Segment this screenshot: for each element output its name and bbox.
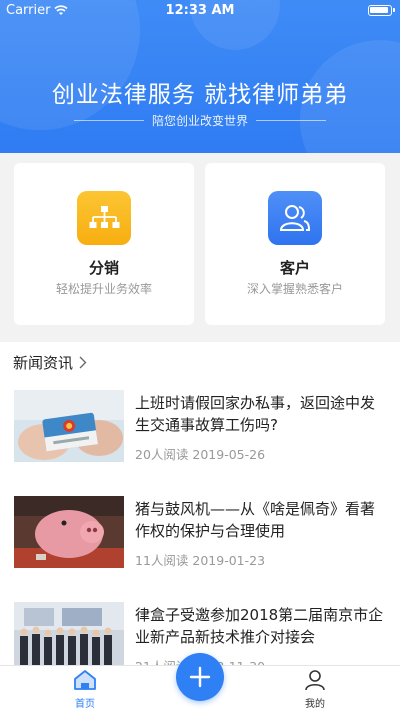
- divider-line: [256, 120, 326, 121]
- news-meta: 20人阅读 2019-05-26: [135, 447, 266, 462]
- hero-subslogan: 陪您创业改变世界: [151, 114, 248, 128]
- news-item[interactable]: 上班时请假回家办私事，返回途中发生交通事故算工伤吗? 20人阅读 2019-05…: [0, 390, 400, 474]
- hero-slogan: 创业法律服务 就找律师弟弟: [51, 82, 349, 108]
- divider-line: [73, 120, 144, 121]
- news-title: 猪与鼓风机——从《啥是佩奇》看著作权的保护与合理使用: [135, 500, 376, 540]
- news-header-label: 新闻资讯: [13, 354, 74, 372]
- battery-icon: [368, 5, 395, 16]
- news-meta: 11人阅读 2019-01-23: [135, 553, 266, 568]
- news-title: 律盒子受邀参加2018第二届南京市企业新产品新技术推介对接会: [135, 606, 384, 646]
- home-icon: [74, 670, 96, 690]
- users-icon: [268, 191, 322, 245]
- news-item[interactable]: 猪与鼓风机——从《啥是佩奇》看著作权的保护与合理使用 11人阅读 2019-01…: [0, 496, 400, 580]
- add-button[interactable]: [176, 653, 224, 701]
- news-header[interactable]: 新闻资讯: [13, 352, 87, 373]
- news-thumbnail: [14, 602, 124, 665]
- customer-card[interactable]: 客户 深入掌握熟悉客户: [205, 163, 385, 325]
- plus-icon: [189, 666, 211, 688]
- news-title: 上班时请假回家办私事，返回途中发生交通事故算工伤吗?: [135, 394, 376, 434]
- news-thumbnail: [14, 390, 124, 462]
- distribution-desc: 轻松提升业务效率: [55, 282, 152, 296]
- news-thumbnail: [14, 496, 124, 568]
- user-icon: [305, 670, 325, 691]
- customer-desc: 深入掌握熟悉客户: [246, 282, 343, 296]
- customer-title: 客户: [279, 259, 310, 277]
- tab-mine-label: 我的: [305, 699, 325, 710]
- hero-subslogan-row: 陪您创业改变世界: [0, 112, 400, 129]
- tab-home[interactable]: 首页: [55, 669, 115, 710]
- status-bar: Carrier 12:33 AM: [0, 0, 400, 22]
- chevron-right-icon: [79, 356, 87, 369]
- tab-mine[interactable]: 我的: [285, 669, 345, 710]
- hero-banner: Carrier 12:33 AM 创业法律服务 就找律师弟弟 陪您创业改变世界: [0, 0, 400, 153]
- news-section: 新闻资讯 上班时请假回家办私事，返回途中发生交通事故算工伤吗? 20人阅读 20…: [0, 342, 400, 665]
- distribution-card[interactable]: 分销 轻松提升业务效率: [14, 163, 194, 325]
- tab-home-label: 首页: [75, 699, 95, 710]
- distribution-title: 分销: [88, 259, 119, 277]
- status-time: 12:33 AM: [165, 3, 235, 18]
- org-chart-icon: [77, 191, 131, 245]
